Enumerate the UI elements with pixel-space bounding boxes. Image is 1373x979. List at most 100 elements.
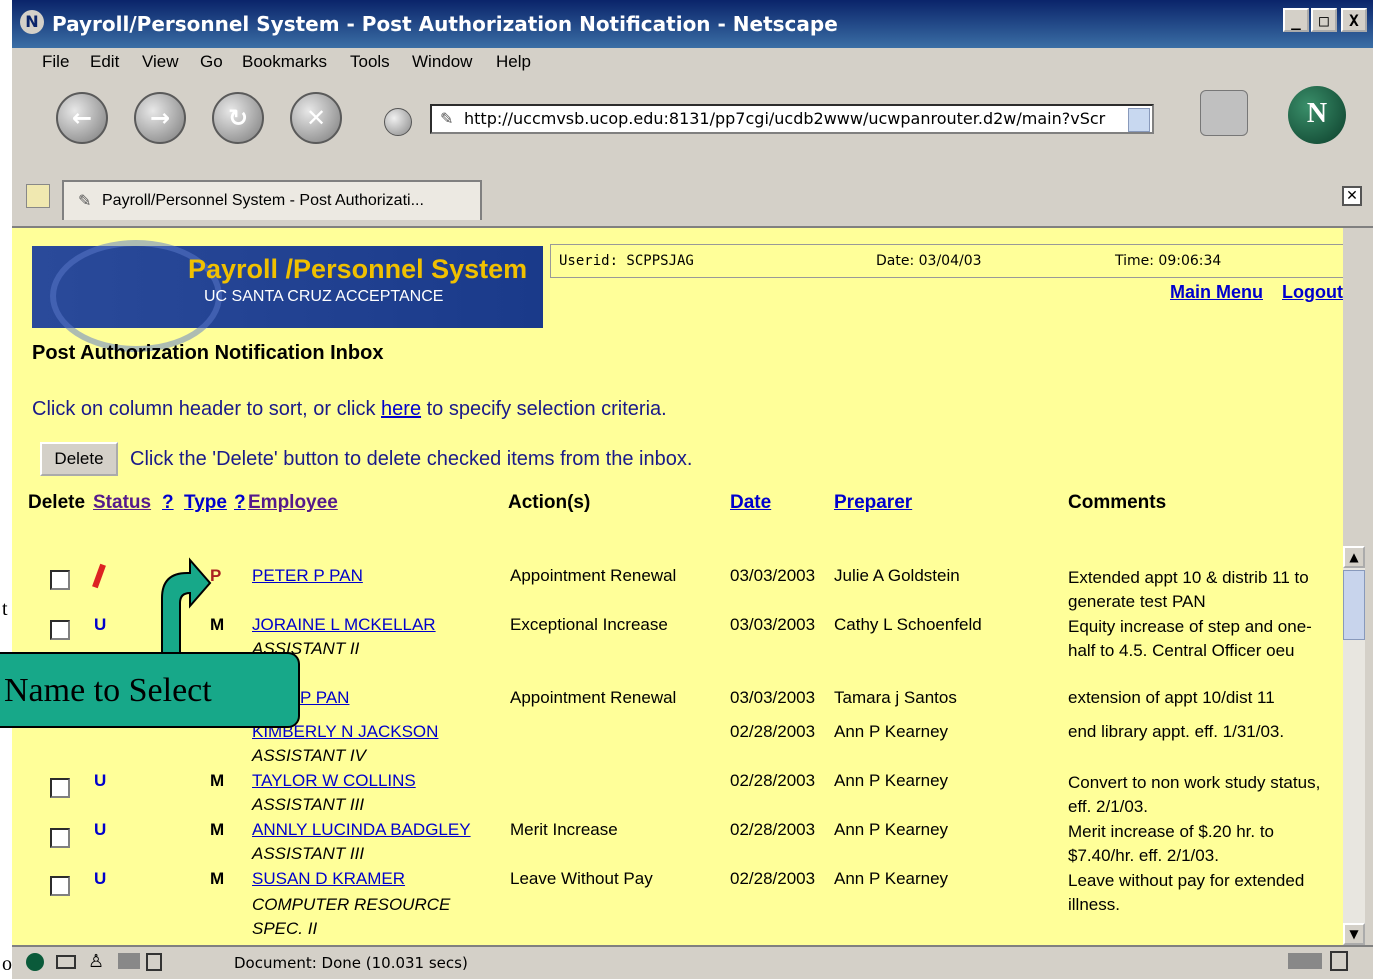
delete-instructions: Click the 'Delete' button to delete chec… — [130, 448, 693, 470]
navigation-toolbar: ← → ↻ ✕ ✎ http://uccmvsb.ucop.edu:8131/p… — [12, 78, 1373, 174]
menu-edit[interactable]: Edit — [90, 52, 119, 72]
menu-file[interactable]: File — [42, 52, 69, 72]
margin-fragment-o: o — [2, 953, 12, 975]
row-status: U — [94, 771, 107, 790]
delete-checkbox[interactable] — [50, 778, 70, 798]
menu-bookmarks[interactable]: Bookmarks — [242, 52, 327, 72]
menu-help[interactable]: Help — [496, 52, 531, 72]
tab-bar: ✎ Payroll/Personnel System - Post Author… — [12, 174, 1373, 228]
row-comments: Convert to non work study status, eff. 2… — [1068, 773, 1321, 816]
row-preparer: Ann P Kearney — [834, 820, 949, 839]
delete-button[interactable]: Delete — [40, 442, 118, 476]
callout-text: Name to Select — [4, 672, 212, 709]
address-book-icon[interactable]: ♙ — [88, 951, 104, 972]
column-header-employee[interactable]: Employee — [248, 492, 338, 514]
sort-instructions-post: to specify selection criteria. — [421, 398, 667, 420]
url-dropdown-icon[interactable] — [1128, 108, 1150, 132]
scroll-down-button[interactable]: ▼ — [1343, 923, 1365, 945]
delete-checkbox[interactable] — [50, 620, 70, 640]
delete-checkbox[interactable] — [50, 570, 70, 590]
row-date: 03/03/2003 — [730, 688, 816, 707]
date-text: Date: 03/04/03 — [876, 253, 982, 269]
back-button[interactable]: ← — [56, 92, 108, 144]
row-status: U — [94, 615, 107, 634]
delete-checkbox[interactable] — [50, 876, 70, 896]
column-header-status[interactable]: Status — [93, 492, 151, 514]
selection-criteria-link[interactable]: here — [381, 398, 421, 420]
column-header-preparer[interactable]: Preparer — [834, 492, 912, 514]
minimize-button[interactable]: _ — [1283, 8, 1309, 32]
employee-link[interactable]: ANNLY LUCINDA BADGLEY — [252, 820, 471, 840]
mail-icon[interactable] — [56, 955, 76, 969]
menu-window[interactable]: Window — [412, 52, 472, 72]
banner-title: Payroll /Personnel System — [188, 254, 528, 284]
row-date: 03/03/2003 — [730, 566, 816, 585]
tab-active[interactable]: ✎ Payroll/Personnel System - Post Author… — [62, 180, 482, 220]
row-preparer: Julie A Goldstein — [834, 566, 960, 585]
menu-bar: File Edit View Go Bookmarks Tools Window… — [12, 48, 1373, 78]
delete-checkbox[interactable] — [50, 828, 70, 848]
logout-link[interactable]: Logout — [1282, 282, 1343, 303]
scroll-thumb[interactable] — [1343, 570, 1365, 640]
row-preparer: Ann P Kearney — [834, 869, 949, 888]
sort-instructions-pre: Click on column header to sort, or click — [32, 398, 382, 420]
row-date: 02/28/2003 — [730, 722, 816, 741]
employee-link[interactable]: TAYLOR W COLLINS — [252, 771, 416, 791]
row-comments: Extended appt 10 & distrib 11 to generat… — [1068, 568, 1309, 611]
banner-subtitle: UC SANTA CRUZ ACCEPTANCE — [204, 288, 444, 305]
url-field[interactable]: ✎ http://uccmvsb.ucop.edu:8131/pp7cgi/uc… — [430, 104, 1154, 134]
search-dropdown-icon[interactable] — [384, 108, 412, 136]
menu-go[interactable]: Go — [200, 52, 223, 72]
composer-icon[interactable] — [118, 953, 140, 969]
status-flag-icon — [92, 563, 106, 589]
main-menu-link[interactable]: Main Menu — [1170, 282, 1263, 303]
new-tab-icon[interactable] — [26, 184, 50, 208]
print-icon[interactable] — [1200, 90, 1248, 136]
page-icon[interactable] — [146, 953, 162, 971]
row-preparer: Ann P Kearney — [834, 771, 949, 790]
security-lock-icon[interactable] — [1330, 951, 1348, 971]
employee-link[interactable]: P PAN — [300, 688, 349, 708]
row-status: U — [94, 869, 107, 888]
row-preparer: Tamara j Santos — [834, 688, 957, 707]
page-title: Post Authorization Notification Inbox — [32, 342, 384, 364]
row-comments: Merit increase of $.20 hr. to $7.40/hr. … — [1068, 822, 1274, 865]
connection-icon — [1288, 953, 1322, 969]
forward-button[interactable]: → — [134, 92, 186, 144]
session-info-box: Userid: SCPPSJAG Date: 03/04/03 Time: 09… — [550, 244, 1343, 278]
page-proxy-icon: ✎ — [440, 109, 454, 128]
vertical-scrollbar[interactable]: ▲ ▼ — [1343, 546, 1365, 945]
column-header-type[interactable]: Type — [184, 492, 227, 514]
row-status: U — [94, 820, 107, 839]
margin-strip — [0, 0, 12, 977]
stop-button[interactable]: ✕ — [290, 92, 342, 144]
type-help-link[interactable]: ? — [234, 492, 246, 514]
close-tab-button[interactable]: ✕ — [1342, 186, 1362, 206]
column-header-date[interactable]: Date — [730, 492, 771, 514]
row-date: 03/03/2003 — [730, 615, 816, 634]
menu-tools[interactable]: Tools — [350, 52, 390, 72]
row-action: Merit Increase — [510, 820, 618, 839]
status-bar: ♙ Document: Done (10.031 secs) — [12, 945, 1373, 979]
status-help-link[interactable]: ? — [162, 492, 174, 514]
scroll-up-button[interactable]: ▲ — [1343, 546, 1365, 568]
column-header-actions: Action(s) — [508, 492, 591, 513]
employee-link[interactable]: JORAINE L MCKELLAR — [252, 615, 436, 635]
window-title: Payroll/Personnel System - Post Authoriz… — [52, 12, 838, 36]
menu-view[interactable]: View — [142, 52, 179, 72]
employee-title: COMPUTER RESOURCE SPEC. II — [252, 895, 451, 938]
callout-box: Name to Select — [0, 652, 300, 728]
employee-title: ASSISTANT IV — [252, 746, 366, 765]
row-preparer: Cathy L Schoenfeld — [834, 615, 982, 634]
row-type: M — [210, 771, 225, 790]
employee-link[interactable]: SUSAN D KRAMER — [252, 869, 405, 889]
row-action: Appointment Renewal — [510, 566, 677, 585]
employee-link[interactable]: PETER P PAN — [252, 566, 363, 586]
reload-button[interactable]: ↻ — [212, 92, 264, 144]
close-button[interactable]: X — [1341, 8, 1367, 32]
navigator-icon[interactable] — [26, 953, 44, 971]
row-date: 02/28/2003 — [730, 820, 816, 839]
title-bar: N Payroll/Personnel System - Post Author… — [12, 0, 1373, 48]
page-content: Payroll /Personnel System UC SANTA CRUZ … — [12, 228, 1343, 945]
maximize-button[interactable]: □ — [1311, 8, 1337, 32]
